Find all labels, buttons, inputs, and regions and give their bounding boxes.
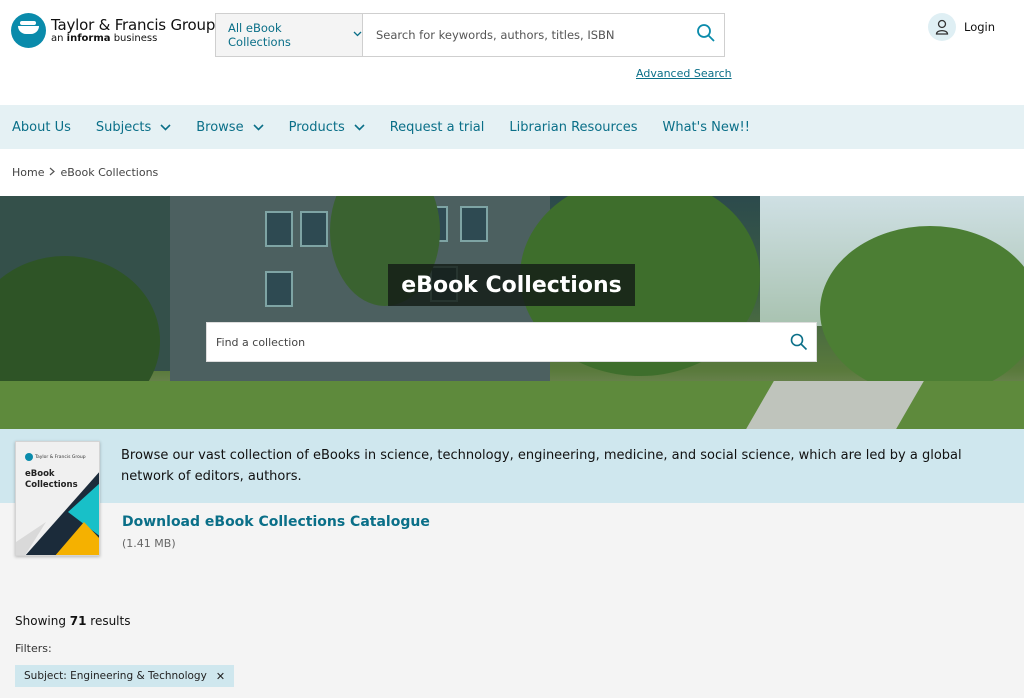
- active-filter-chip: Subject: Engineering & Technology ✕: [15, 665, 235, 687]
- global-search: All eBook Collections Search for keyword…: [215, 13, 725, 57]
- breadcrumb-home[interactable]: Home: [12, 166, 44, 179]
- nav-item-subjects[interactable]: Subjects: [96, 120, 171, 135]
- catalogue-cover-image[interactable]: Taylor & Francis Group eBook Collections: [15, 441, 100, 556]
- advanced-search-link[interactable]: Advanced Search: [636, 67, 732, 80]
- user-icon: [928, 13, 956, 41]
- nav-item-librarian-resources[interactable]: Librarian Resources: [509, 120, 637, 135]
- main-nav: About Us Subjects Browse Products Reques…: [0, 105, 1024, 149]
- page-title: eBook Collections: [388, 264, 635, 306]
- chevron-down-icon: [353, 30, 362, 40]
- breadcrumb-current: eBook Collections: [60, 166, 159, 179]
- search-button[interactable]: [688, 14, 724, 56]
- chevron-right-icon: [49, 167, 56, 179]
- login-label: Login: [964, 20, 996, 34]
- filters-label: Filters:: [15, 642, 52, 655]
- chevron-down-icon: [160, 120, 171, 135]
- results-count: Showing 71 results: [15, 614, 131, 628]
- chevron-down-icon: [253, 120, 264, 135]
- file-size: (1.41 MB): [122, 537, 176, 550]
- cover-title: eBook Collections: [25, 469, 78, 490]
- search-input[interactable]: Search for keywords, authors, titles, IS…: [363, 14, 688, 56]
- chevron-down-icon: [354, 120, 365, 135]
- search-scope-select[interactable]: All eBook Collections: [216, 14, 363, 56]
- close-icon[interactable]: ✕: [216, 670, 225, 683]
- download-catalogue-link[interactable]: Download eBook Collections Catalogue: [122, 514, 430, 530]
- brand-tagline: an informa business: [51, 33, 158, 45]
- hero-background-path: [746, 381, 924, 429]
- collection-search-input[interactable]: Find a collection: [206, 322, 817, 362]
- intro-description: Browse our vast collection of eBooks in …: [121, 448, 962, 484]
- search-icon[interactable]: [790, 333, 808, 354]
- brand-name: Taylor & Francis Group: [51, 15, 216, 34]
- brand-logo-icon: [11, 13, 46, 48]
- filter-chip-label: Subject: Engineering & Technology: [24, 670, 207, 682]
- nav-item-request-trial[interactable]: Request a trial: [390, 120, 485, 135]
- breadcrumb: Home eBook Collections: [0, 149, 1024, 196]
- search-icon: [696, 23, 716, 47]
- nav-item-browse[interactable]: Browse: [196, 120, 264, 135]
- hero-banner: eBook Collections Find a collection: [0, 196, 1024, 429]
- site-header: Taylor & Francis Group an informa busine…: [0, 0, 1024, 105]
- brand-logo[interactable]: Taylor & Francis Group an informa busine…: [11, 13, 215, 48]
- nav-item-products[interactable]: Products: [289, 120, 365, 135]
- login-button[interactable]: Login: [928, 13, 995, 41]
- nav-item-whats-new[interactable]: What's New!!: [663, 120, 750, 135]
- cover-brand: Taylor & Francis Group: [25, 453, 86, 461]
- brand-logo-icon: [25, 453, 33, 461]
- nav-item-about-us[interactable]: About Us: [12, 120, 71, 135]
